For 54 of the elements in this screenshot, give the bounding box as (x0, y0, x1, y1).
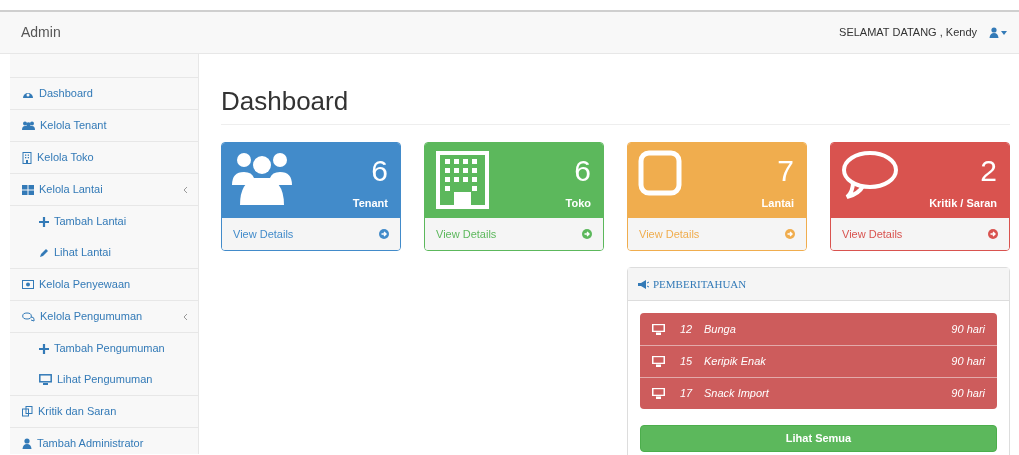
greeting-text: SELAMAT DATANG , Kendy (839, 25, 977, 41)
arrow-circle-icon (988, 229, 998, 239)
sidebar-item[interactable]: Kritik dan Saran (10, 396, 198, 428)
square-icon (638, 150, 682, 196)
sidebar-item[interactable]: Kelola Pengumuman (10, 301, 198, 333)
notification-item[interactable]: 12 Bunga 90 hari (640, 313, 997, 345)
pencil-icon (39, 247, 49, 258)
sidebar-item[interactable]: Kelola Tenant (10, 110, 198, 142)
notification-item[interactable]: 15 Keripik Enak 90 hari (640, 345, 997, 377)
sidebar-item[interactable]: Tambah Administrator (10, 428, 198, 455)
megaphone-icon (638, 279, 649, 289)
banknote-icon (22, 280, 34, 289)
plus-icon (39, 216, 49, 227)
arrow-circle-icon (582, 229, 592, 239)
sidebar-subitem[interactable]: Lihat Pengumuman (10, 364, 198, 395)
view-all-button[interactable]: Lihat Semua (640, 425, 997, 452)
plus-icon (39, 343, 49, 354)
monitor-icon (652, 356, 665, 367)
users-icon (22, 120, 35, 131)
copy-icon (22, 406, 33, 417)
stat-label: Lantai (761, 196, 794, 211)
speech-bubble-icon (841, 150, 899, 200)
notification-item[interactable]: 17 Snack Import 90 hari (640, 377, 997, 409)
brand-title[interactable]: Admin (21, 22, 61, 43)
monitor-icon (652, 323, 665, 335)
view-details-link[interactable]: View Details (425, 218, 603, 250)
arrow-circle-icon (379, 229, 389, 239)
view-details-link[interactable]: View Details (831, 218, 1009, 250)
sidebar-item[interactable]: Kelola Penyewaan (10, 269, 198, 301)
stat-count: 6 (371, 153, 388, 189)
sidebar-subitem[interactable]: Tambah Pengumuman (10, 333, 198, 364)
stat-count: 6 (574, 153, 591, 189)
stat-label: Kritik / Saran (929, 196, 997, 211)
building-icon (22, 151, 32, 164)
stat-count: 2 (980, 153, 997, 189)
grid-icon (22, 184, 34, 195)
sidebar-item[interactable]: Dashboard (10, 78, 198, 110)
page-title: Dashboard (221, 84, 1010, 125)
stat-count: 7 (777, 153, 794, 189)
monitor-icon (652, 388, 665, 399)
building-icon (435, 150, 490, 210)
stat-label: Toko (565, 196, 591, 211)
monitor-icon (39, 374, 52, 385)
user-icon (22, 438, 32, 449)
sidebar-subitem[interactable]: Tambah Lantai (10, 206, 198, 237)
panel-title: PEMBERITAHUAN (653, 276, 747, 292)
view-details-link[interactable]: View Details (222, 218, 400, 250)
user-menu-icon[interactable] (989, 26, 1009, 39)
stat-label: Tenant (352, 196, 388, 211)
arrow-circle-icon (785, 229, 795, 239)
sidebar-item[interactable]: Kelola Toko (10, 142, 198, 174)
chat-icon (22, 311, 35, 322)
sidebar-subitem[interactable]: Lihat Lantai (10, 237, 198, 268)
sidebar-item[interactable]: Kelola Lantai (10, 174, 198, 206)
